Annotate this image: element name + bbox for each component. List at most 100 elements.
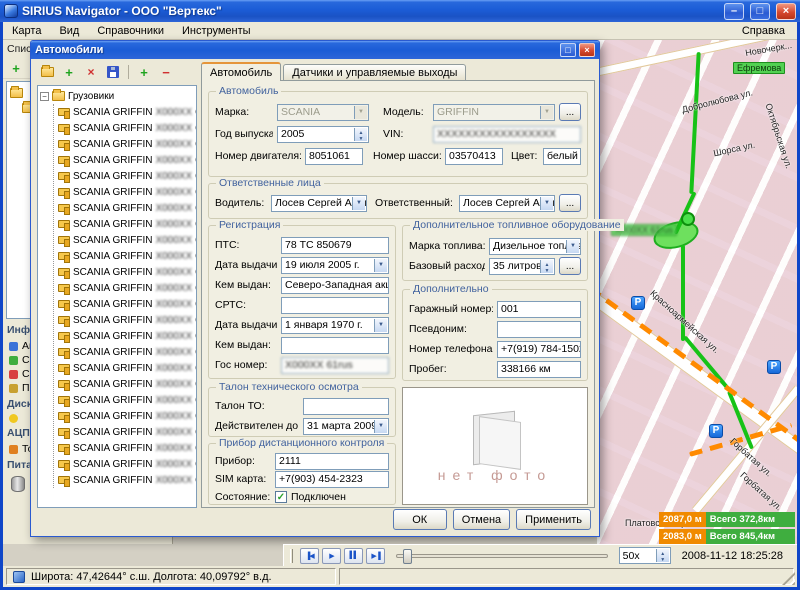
chevron-down-icon[interactable]: ▼ (374, 319, 387, 332)
tree-item-vehicle[interactable]: SCANIA GRIFFIN Х000ХХ 61rus (58, 392, 194, 408)
play-button[interactable]: ▶ (322, 548, 341, 564)
color-input[interactable]: белый (543, 148, 581, 165)
brand-select[interactable]: SCANIA▼ (277, 104, 369, 121)
chevron-down-icon[interactable]: ▼ (374, 420, 387, 433)
tree-item-vehicle[interactable]: SCANIA GRIFFIN Х000ХХ 61rus (58, 360, 194, 376)
pts-input[interactable]: 78 ТС 850679 (281, 237, 389, 254)
chevron-down-icon[interactable]: ▼ (566, 240, 579, 253)
tree-item-vehicle[interactable]: SCANIA GRIFFIN Х000ХХ 61rus (58, 344, 194, 360)
model-browse-button[interactable]: ... (559, 103, 581, 121)
srts-date-input[interactable]: 1 января 1970 г.▼ (281, 317, 389, 334)
dialog-close-button[interactable]: × (579, 43, 595, 57)
srts-input[interactable] (281, 297, 389, 314)
chevron-down-icon[interactable]: ▼ (374, 259, 387, 272)
connected-checkbox[interactable]: ✓ (275, 491, 287, 503)
tree-item-vehicle[interactable]: SCANIA GRIFFIN Х000ХХ 61rus (58, 184, 194, 200)
tree-expander-icon[interactable]: − (40, 92, 49, 101)
chevron-down-icon[interactable]: ▼ (540, 197, 553, 210)
skip-to-start-button[interactable]: ▐◀ (300, 548, 319, 564)
ok-button[interactable]: ОК (393, 509, 447, 530)
spinner-arrows[interactable]: ▲▼ (656, 549, 669, 562)
add-vehicle-button[interactable]: + (59, 63, 79, 81)
persons-browse-button[interactable]: ... (559, 194, 581, 212)
fuel-browse-button[interactable]: ... (559, 257, 581, 275)
tree-item-vehicle[interactable]: SCANIA GRIFFIN Х000ХХ 61rus (58, 232, 194, 248)
fuel-brand-select[interactable]: Дизельное топливо▼ (489, 238, 581, 255)
parking-icon[interactable]: P (767, 360, 781, 374)
tree-item-vehicle[interactable]: SCANIA GRIFFIN Х000ХХ 61rus (58, 296, 194, 312)
tree-item-vehicle[interactable]: SCANIA GRIFFIN Х000ХХ 61rus (58, 424, 194, 440)
cancel-button[interactable]: Отмена (453, 509, 510, 530)
device-input[interactable]: 2111 (275, 453, 389, 470)
map-view[interactable]: P P P Ефремова Добролюбова ул. Новочерк.… (597, 40, 797, 545)
tree-item-vehicle[interactable]: SCANIA GRIFFIN Х000ХХ 61rus (58, 312, 194, 328)
tree-item-vehicle[interactable]: SCANIA GRIFFIN Х000ХХ 61rus (58, 376, 194, 392)
chassis-number-input[interactable]: 03570413 (445, 148, 503, 165)
save-button[interactable] (103, 63, 123, 81)
apply-button[interactable]: Применить (516, 509, 591, 530)
dialog-maximize-button[interactable]: □ (560, 43, 576, 57)
slider-thumb[interactable] (403, 549, 412, 564)
minimize-button[interactable]: – (724, 3, 744, 20)
menu-map[interactable]: Карта (3, 22, 50, 39)
tree-item-vehicle[interactable]: SCANIA GRIFFIN Х000ХХ 61rus (58, 472, 194, 488)
tree-item-vehicle[interactable]: SCANIA GRIFFIN Х000ХХ 61rus (58, 200, 194, 216)
tree-item-vehicle[interactable]: SCANIA GRIFFIN Х000ХХ 61rus (58, 168, 194, 184)
expand-all-button[interactable]: + (134, 63, 154, 81)
speed-select[interactable]: 50x▲▼ (619, 547, 671, 564)
chevron-down-icon[interactable]: ▼ (352, 197, 365, 210)
pause-button[interactable]: ▌▌ (344, 548, 363, 564)
tree-item-vehicle[interactable]: SCANIA GRIFFIN Х000ХХ 61rus (58, 408, 194, 424)
delete-vehicle-button[interactable]: × (81, 63, 101, 81)
new-group-button[interactable] (37, 63, 57, 81)
pts-issuer-input[interactable]: Северо-Западная акционал т (281, 277, 389, 294)
tree-item-vehicle[interactable]: SCANIA GRIFFIN Х000ХХ 61rus (58, 456, 194, 472)
tree-item-vehicle[interactable]: SCANIA GRIFFIN Х000ХХ 61rus (58, 248, 194, 264)
base-rate-input[interactable]: 35 литров▲▼ (489, 258, 555, 275)
tree-root-trucks[interactable]: − Грузовики (40, 88, 194, 104)
model-select[interactable]: GRIFFIN▼ (433, 104, 555, 121)
chevron-down-icon[interactable]: ▼ (540, 106, 553, 119)
tree-item-vehicle[interactable]: SCANIA GRIFFIN Х000ХХ 61rus (58, 104, 194, 120)
tree-item-vehicle[interactable]: SCANIA GRIFFIN Х000ХХ 61rus (58, 216, 194, 232)
collapse-all-button[interactable]: − (156, 63, 176, 81)
tree-item-vehicle[interactable]: SCANIA GRIFFIN Х000ХХ 61rus (58, 280, 194, 296)
valid-until-input[interactable]: 31 марта 2009 г.▼ (303, 418, 389, 435)
tree-item-vehicle[interactable]: SCANIA GRIFFIN Х000ХХ 61rus (58, 136, 194, 152)
tree-item-vehicle[interactable]: SCANIA GRIFFIN Х000ХХ 61rus (58, 328, 194, 344)
sim-input[interactable]: +7(903) 454-2323 (275, 471, 389, 488)
garage-number-input[interactable]: 001 (497, 301, 581, 318)
inspection-card-input[interactable] (303, 398, 389, 415)
dialog-titlebar[interactable]: Автомобили □ × (31, 41, 599, 59)
srts-issuer-input[interactable] (281, 337, 389, 354)
toolbar-grip[interactable] (290, 549, 293, 563)
spinner-arrows[interactable]: ▲▼ (354, 128, 367, 141)
chevron-down-icon[interactable]: ▼ (354, 106, 367, 119)
playback-slider[interactable] (396, 554, 608, 558)
tab-sensors-outputs[interactable]: Датчики и управляемые выходы (283, 64, 466, 81)
mileage-input[interactable]: 338166 км (497, 361, 581, 378)
parking-icon[interactable]: P (631, 296, 645, 310)
list-add-icon[interactable]: + (6, 59, 26, 77)
vehicle-position-marker[interactable] (681, 212, 695, 226)
year-input[interactable]: 2005▲▼ (277, 126, 369, 143)
maximize-button[interactable]: □ (750, 3, 770, 20)
pts-date-input[interactable]: 19 июля 2005 г.▼ (281, 257, 389, 274)
vin-input[interactable]: ХХХХХХХХХХХХХХХХХ (433, 126, 581, 143)
menu-view[interactable]: Вид (50, 22, 88, 39)
vehicle-tree[interactable]: − Грузовики SCANIA GRIFFIN Х000ХХ 61rus (37, 85, 197, 508)
close-button[interactable]: × (776, 3, 796, 20)
tree-item-vehicle[interactable]: SCANIA GRIFFIN Х000ХХ 61rus (58, 120, 194, 136)
menu-help[interactable]: Справка (730, 22, 797, 39)
skip-to-end-button[interactable]: ▶▐ (366, 548, 385, 564)
driver-select[interactable]: Лосев Сергей Анатоль▼ (271, 195, 367, 212)
plate-input[interactable]: Х000ХХ 61rus (281, 357, 389, 374)
tab-vehicle[interactable]: Автомобиль (201, 62, 281, 81)
menu-directories[interactable]: Справочники (88, 22, 173, 39)
responsible-select[interactable]: Лосев Сергей Анатоль▼ (459, 195, 555, 212)
menu-tools[interactable]: Инструменты (173, 22, 260, 39)
tree-item-vehicle[interactable]: SCANIA GRIFFIN Х000ХХ 61rus (58, 152, 194, 168)
main-titlebar[interactable]: SIRIUS Navigator - ООО "Вертекс" – □ × (0, 0, 800, 22)
engine-number-input[interactable]: 8051061 (305, 148, 363, 165)
spinner-arrows[interactable]: ▲▼ (540, 260, 553, 273)
